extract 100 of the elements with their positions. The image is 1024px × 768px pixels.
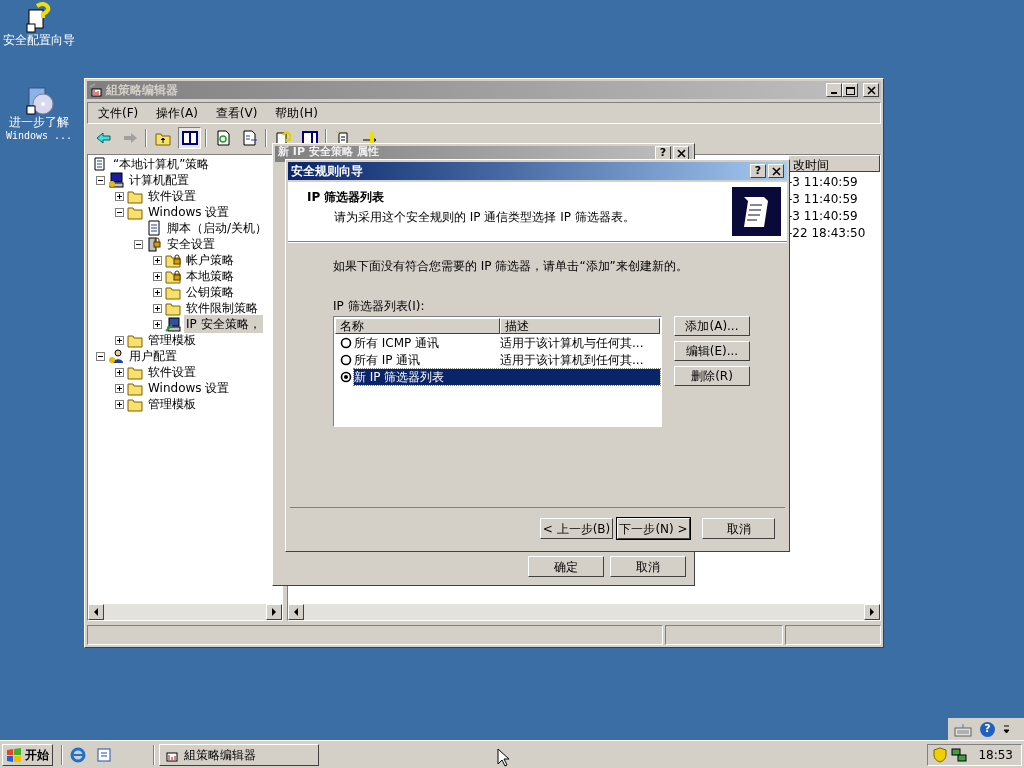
collapse-icon[interactable]	[115, 207, 124, 217]
tree-item[interactable]: 软件设置	[146, 363, 198, 381]
tree-item[interactable]: 计算机配置	[127, 171, 191, 189]
refresh-icon	[214, 130, 231, 146]
horizontal-scrollbar[interactable]	[88, 604, 282, 620]
radio-button[interactable]	[340, 353, 352, 366]
help-icon[interactable]: ?	[980, 722, 995, 737]
taskbar-button[interactable]: 組策略编辑器	[159, 743, 319, 766]
minimize-button[interactable]	[826, 83, 842, 97]
horizontal-scrollbar[interactable]	[288, 604, 880, 620]
script-icon	[146, 220, 162, 236]
tree-item[interactable]: 帐户策略	[184, 251, 236, 269]
wizard-button[interactable]: 取消	[702, 518, 775, 539]
tree-item[interactable]: Windows 设置	[146, 203, 232, 221]
expand-icon[interactable]	[153, 287, 162, 297]
back-icon	[94, 130, 111, 146]
scroll-left-button[interactable]	[288, 604, 304, 620]
expand-icon[interactable]	[153, 271, 162, 281]
disc-shortcut-icon	[23, 84, 55, 116]
expand-icon[interactable]	[115, 191, 124, 201]
list-row[interactable]: 新 IP 筛选器列表	[354, 368, 660, 385]
server-lock-icon	[146, 236, 162, 252]
network-icon	[951, 746, 968, 763]
help-button[interactable]: ?	[750, 164, 766, 178]
radio-button[interactable]	[340, 370, 352, 383]
expand-icon[interactable]	[115, 383, 124, 393]
maximize-button[interactable]	[842, 83, 858, 97]
tree-item[interactable]: 用户配置	[127, 347, 179, 365]
right-arrow-icon	[271, 608, 277, 616]
tree-item[interactable]: 软件设置	[146, 187, 198, 205]
scroll-right-button[interactable]	[266, 604, 282, 620]
column-header[interactable]: 改时间	[788, 155, 880, 172]
expand-icon[interactable]	[153, 319, 162, 329]
expand-icon[interactable]	[115, 399, 124, 409]
tree-item[interactable]: 脚本（启动/关机）	[165, 219, 270, 237]
instruction-text: 如果下面没有符合您需要的 IP 筛选器，请单击“添加”来创建新的。	[333, 258, 689, 275]
close-button[interactable]	[863, 83, 879, 97]
tree-item[interactable]: IP 安全策略，	[184, 315, 263, 333]
desktop-icon-label[interactable]: Windows ...	[5, 129, 73, 142]
locked-folder-icon	[165, 268, 181, 284]
toolbar-button[interactable]	[178, 127, 201, 149]
list-button[interactable]: 删除(R)	[674, 366, 750, 386]
tree-item[interactable]: “本地计算机”策略	[111, 155, 212, 173]
dialog-title: 安全规则向导	[291, 163, 364, 180]
windows-logo-icon	[6, 747, 22, 762]
list-button[interactable]: 编辑(E)...	[674, 341, 750, 361]
table-cell-text: -3 11:40:59	[788, 207, 858, 225]
folder-icon	[127, 204, 143, 220]
wizard-button[interactable]: 下一步(N) >	[617, 518, 690, 539]
user-icon	[108, 348, 124, 364]
desktop-icon-label[interactable]: 进一步了解	[9, 116, 69, 129]
table-cell-text: 适用于该计算机到任何其...	[500, 351, 644, 369]
collapse-icon[interactable]	[134, 239, 143, 249]
column-header[interactable]: 名称	[335, 318, 500, 334]
menu-item[interactable]: 文件(F)	[98, 104, 139, 122]
radio-button[interactable]	[340, 336, 352, 349]
menu-item[interactable]: 帮助(H)	[275, 104, 318, 122]
help-button[interactable]: ?	[655, 146, 671, 160]
menu-item[interactable]: 操作(A)	[156, 104, 198, 122]
list-row[interactable]: 所有 IP 通讯 适用于该计算机到任何其...	[354, 351, 660, 368]
table-cell-text: 所有 ICMP 通讯	[354, 334, 441, 352]
tree-item[interactable]: 安全设置	[165, 235, 217, 253]
folder-icon	[127, 364, 143, 380]
collapse-icon[interactable]	[96, 175, 105, 185]
close-button[interactable]	[673, 146, 689, 160]
tree-item[interactable]: 管理模板	[146, 331, 198, 349]
expand-icon[interactable]	[115, 367, 124, 377]
locked-folder-icon	[165, 252, 181, 268]
scroll-icon	[732, 187, 781, 236]
folder-up-icon	[154, 130, 171, 146]
collapse-icon[interactable]	[96, 351, 105, 361]
minimize-icon	[831, 92, 837, 94]
tree-item[interactable]: Windows 设置	[146, 379, 232, 397]
tree-item[interactable]: 管理模板	[146, 395, 198, 413]
computer-icon	[108, 172, 124, 188]
menu-item[interactable]: 查看(V)	[215, 104, 258, 122]
expand-icon[interactable]	[153, 303, 162, 313]
desktop-icon-label[interactable]: 安全配置向导	[3, 34, 75, 47]
arrow-icon	[361, 130, 378, 146]
expand-icon[interactable]	[153, 255, 162, 265]
wizard-button[interactable]: < 上一步(B)	[540, 518, 613, 539]
dialog-title: 新 IP 安全策略 属性	[278, 146, 380, 158]
tree-item[interactable]: 本地策略	[184, 267, 236, 285]
list-row[interactable]: 所有 ICMP 通讯 适用于该计算机与任何其...	[354, 334, 660, 351]
filter-list[interactable]: 名称 描述 所有 ICMP 通讯 适用于该计算机与任何其... 所有 IP 通讯 适用于该计算机到任何其... 新 IP 筛选器列表	[333, 316, 662, 427]
column-header[interactable]: 描述	[500, 318, 660, 334]
close-button[interactable]	[768, 164, 784, 178]
scroll-right-button[interactable]	[864, 604, 880, 620]
list-button[interactable]: 添加(A)...	[674, 316, 750, 336]
start-button[interactable]: 开始	[2, 743, 53, 766]
expand-icon[interactable]	[115, 335, 124, 345]
dialog-button[interactable]: 确定	[528, 556, 604, 577]
scroll-left-button[interactable]	[88, 604, 104, 620]
close-icon	[769, 165, 783, 177]
dialog-button[interactable]: 取消	[610, 556, 686, 577]
tree-item[interactable]: 软件限制策略	[184, 299, 260, 317]
table-cell-text: 所有 IP 通讯	[354, 351, 422, 369]
app-icon	[89, 83, 103, 97]
tree-item[interactable]: 公钥策略	[184, 283, 236, 301]
folder-icon	[165, 284, 181, 300]
